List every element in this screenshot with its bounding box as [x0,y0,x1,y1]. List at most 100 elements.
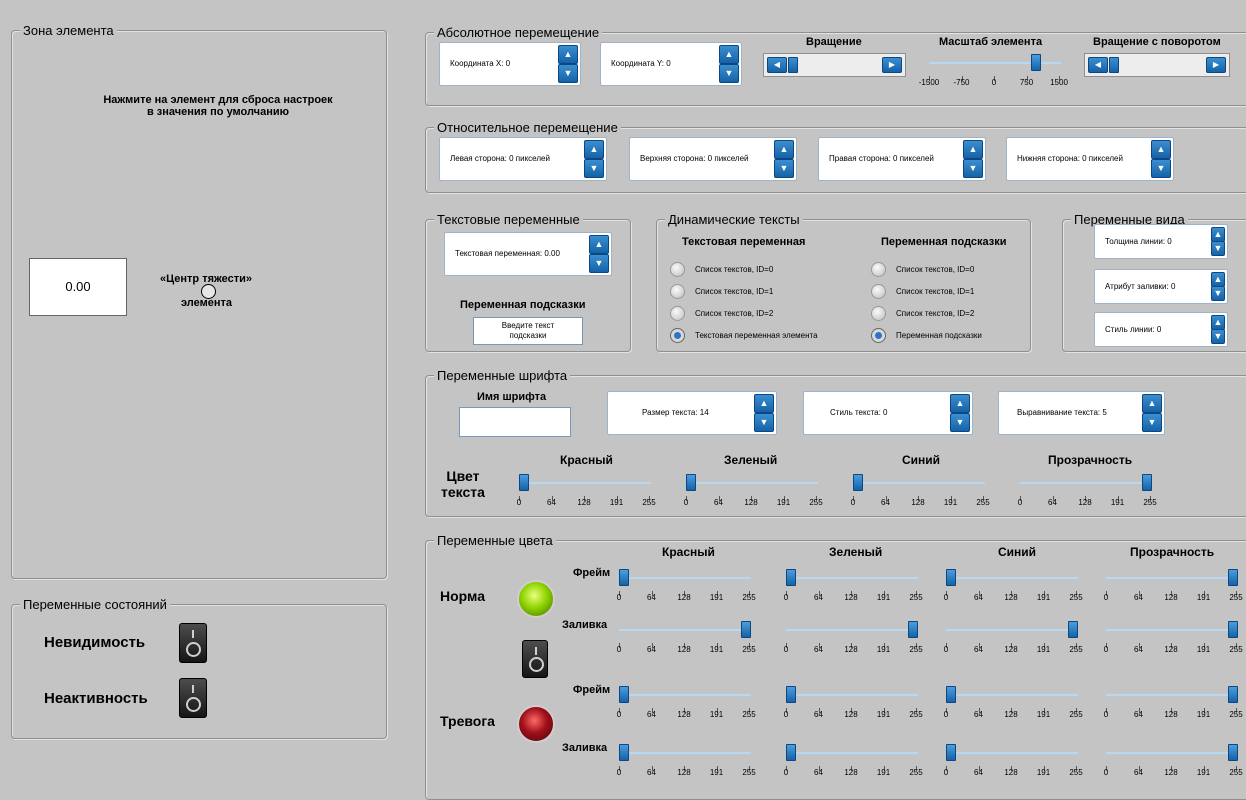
color-slider-norm_fill-0[interactable]: 0 64 128 191 255 [617,620,756,654]
text-size-down-button[interactable]: ▼ [754,413,774,432]
radio-circle-icon[interactable] [670,262,685,278]
color-slider-norm_fill-3-thumb[interactable] [1228,621,1238,638]
text-align-down-button[interactable]: ▼ [1142,413,1162,432]
font-color-slider-0-thumb[interactable] [519,474,529,491]
radio-circle-icon[interactable] [670,306,685,322]
radio-circle-icon[interactable] [871,284,886,300]
dyn-radio-2-0[interactable]: Список текстов, ID=0 [871,262,974,278]
font-color-slider-2[interactable]: 0 64 128 191 255 [851,473,990,507]
line-width-down-button[interactable]: ▼ [1211,241,1225,256]
coord-y-down-button[interactable]: ▼ [719,64,739,83]
dyn-radio-1-3[interactable]: Текстовая переменная элемента [670,328,818,344]
font-color-slider-3-thumb[interactable] [1142,474,1152,491]
text-style-up-button[interactable]: ▲ [950,394,970,413]
font-color-slider-1[interactable]: 0 64 128 191 255 [684,473,823,507]
color-slider-alarm_fill-2[interactable]: 0 64 128 191 255 [944,743,1083,777]
rotation-scrollbar[interactable]: ◀ ▶ [763,53,906,77]
fill-attr-spinner[interactable]: Атрибут заливки: 0 ▲ ▼ [1094,269,1228,304]
color-slider-alarm_frame-1-thumb[interactable] [786,686,796,703]
color-slider-norm_frame-1[interactable]: 0 64 128 191 255 [784,568,923,602]
rotation-right-button[interactable]: ▶ [882,57,902,73]
coord-x-up-button[interactable]: ▲ [558,45,578,64]
hint-input[interactable]: Введите текст подсказки [473,317,583,345]
color-slider-alarm_fill-0-thumb[interactable] [619,744,629,761]
dyn-radio-2-3[interactable]: Переменная подсказки [871,328,982,344]
rotation-left-button[interactable]: ◀ [767,57,787,73]
color-slider-norm_fill-3[interactable]: 0 64 128 191 255 [1104,620,1243,654]
color-slider-alarm_frame-3-thumb[interactable] [1228,686,1238,703]
font-color-slider-3[interactable]: 0 64 128 191 255 [1018,473,1157,507]
color-slider-alarm_frame-2[interactable]: 0 64 128 191 255 [944,685,1083,719]
color-slider-norm_fill-0-thumb[interactable] [741,621,751,638]
text-variable-spinner[interactable]: Текстовая переменная: 0.00 ▲ ▼ [444,232,612,276]
text-variable-down-button[interactable]: ▼ [589,254,609,273]
radio-circle-icon[interactable] [871,306,886,322]
color-slider-norm_frame-2[interactable]: 0 64 128 191 255 [944,568,1083,602]
color-slider-norm_frame-0-thumb[interactable] [619,569,629,586]
radio-circle-icon[interactable] [670,328,685,344]
line-width-spinner[interactable]: Толщина линии: 0 ▲ ▼ [1094,224,1228,259]
color-slider-norm_frame-3-thumb[interactable] [1228,569,1238,586]
left-side-spinner[interactable]: Левая сторона: 0 пикселей ▲ ▼ [439,137,607,181]
coord-y-spinner[interactable]: Координата Y: 0 ▲ ▼ [600,42,742,86]
color-slider-norm_fill-2[interactable]: 0 64 128 191 255 [944,620,1083,654]
color-slider-norm_fill-2-thumb[interactable] [1068,621,1078,638]
line-style-down-button[interactable]: ▼ [1211,329,1225,344]
text-size-up-button[interactable]: ▲ [754,394,774,413]
radio-circle-icon[interactable] [871,262,886,278]
color-slider-alarm_fill-0[interactable]: 0 64 128 191 255 [617,743,756,777]
color-slider-alarm_fill-1-thumb[interactable] [786,744,796,761]
dyn-radio-1-0[interactable]: Список текстов, ID=0 [670,262,773,278]
scale-slider[interactable]: -1500 -750 0 750 1500 [919,53,1068,87]
dyn-radio-2-1[interactable]: Список текстов, ID=1 [871,284,974,300]
fill-attr-down-button[interactable]: ▼ [1211,286,1225,301]
color-slider-alarm_fill-3-thumb[interactable] [1228,744,1238,761]
text-variable-up-button[interactable]: ▲ [589,235,609,254]
right-side-down-button[interactable]: ▼ [963,159,983,178]
rotate-turn-scrollbar[interactable]: ◀ ▶ [1084,53,1230,77]
fill-attr-up-button[interactable]: ▲ [1211,272,1225,287]
left-side-down-button[interactable]: ▼ [584,159,604,178]
radio-circle-icon[interactable] [670,284,685,300]
coord-x-down-button[interactable]: ▼ [558,64,578,83]
inactive-toggle[interactable] [179,678,207,718]
top-side-up-button[interactable]: ▲ [774,140,794,159]
top-side-spinner[interactable]: Верхняя сторона: 0 пикселей ▲ ▼ [629,137,797,181]
color-slider-alarm_frame-3[interactable]: 0 64 128 191 255 [1104,685,1243,719]
bottom-side-down-button[interactable]: ▼ [1151,159,1171,178]
color-slider-alarm_frame-0[interactable]: 0 64 128 191 255 [617,685,756,719]
dyn-radio-1-2[interactable]: Список текстов, ID=2 [670,306,773,322]
color-slider-norm_frame-3[interactable]: 0 64 128 191 255 [1104,568,1243,602]
color-slider-alarm_frame-1[interactable]: 0 64 128 191 255 [784,685,923,719]
rotate-turn-thumb[interactable] [1109,57,1119,73]
coord-y-up-button[interactable]: ▲ [719,45,739,64]
font-name-input[interactable] [459,407,571,437]
rotation-thumb[interactable] [788,57,798,73]
left-side-up-button[interactable]: ▲ [584,140,604,159]
color-slider-norm_fill-1-thumb[interactable] [908,621,918,638]
color-slider-alarm_fill-1[interactable]: 0 64 128 191 255 [784,743,923,777]
text-style-down-button[interactable]: ▼ [950,413,970,432]
color-slider-norm_frame-2-thumb[interactable] [946,569,956,586]
scale-thumb[interactable] [1030,54,1041,71]
color-slider-alarm_fill-3[interactable]: 0 64 128 191 255 [1104,743,1243,777]
color-slider-norm_frame-0[interactable]: 0 64 128 191 255 [617,568,756,602]
color-slider-norm_fill-1[interactable]: 0 64 128 191 255 [784,620,923,654]
right-side-up-button[interactable]: ▲ [963,140,983,159]
font-color-slider-2-thumb[interactable] [853,474,863,491]
color-slider-alarm_frame-2-thumb[interactable] [946,686,956,703]
radio-circle-icon[interactable] [871,328,886,344]
top-side-down-button[interactable]: ▼ [774,159,794,178]
font-color-slider-1-thumb[interactable] [686,474,696,491]
rotate-turn-right-button[interactable]: ▶ [1206,57,1226,73]
color-slider-alarm_fill-2-thumb[interactable] [946,744,956,761]
text-style-spinner[interactable]: Стиль текста: 0 ▲ ▼ [803,391,973,435]
text-size-spinner[interactable]: Размер текста: 14 ▲ ▼ [607,391,777,435]
text-align-up-button[interactable]: ▲ [1142,394,1162,413]
bottom-side-up-button[interactable]: ▲ [1151,140,1171,159]
line-width-up-button[interactable]: ▲ [1211,227,1225,242]
text-align-spinner[interactable]: Выравнивание текста: 5 ▲ ▼ [998,391,1165,435]
dyn-radio-2-2[interactable]: Список текстов, ID=2 [871,306,974,322]
line-style-up-button[interactable]: ▲ [1211,315,1225,330]
norm-toggle[interactable] [522,640,548,678]
